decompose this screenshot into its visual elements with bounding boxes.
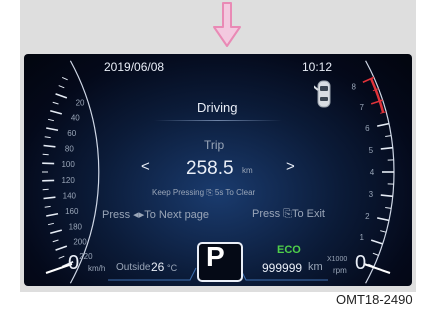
- exit-hint: Press ⎘To Exit: [252, 208, 325, 220]
- speed-tick-label: 100: [61, 160, 75, 169]
- speed-minor-tick: [58, 255, 65, 259]
- time-display: 10:12: [302, 60, 333, 74]
- rpm-tick-label: 4: [370, 168, 375, 177]
- speed-tick-label: 220: [79, 252, 93, 261]
- rpm-tick-label: 3: [369, 190, 374, 199]
- next-item-arrow[interactable]: >: [286, 158, 295, 175]
- clear-hint: Keep Pressing ⎘ 5s To Clear: [152, 188, 256, 197]
- odometer-unit: km: [308, 261, 323, 273]
- speed-value: 0: [68, 252, 80, 274]
- rpm-tick-label: 8: [352, 82, 357, 91]
- rpm-tick-label: 1: [359, 233, 364, 242]
- temp-unit: °C: [167, 263, 178, 273]
- rpm-major-tick: [380, 146, 393, 150]
- section-label: Trip: [204, 138, 225, 152]
- rpm-value: 0: [355, 252, 367, 274]
- speedometer-arc: [69, 60, 100, 284]
- speed-minor-tick: [44, 205, 51, 208]
- speed-major-tick: [46, 212, 59, 217]
- instrument-cluster-display: 220 200 180 160 140 120 100 80 60 40 20 8 7 6 5 4 3 2 1 20…: [24, 54, 412, 286]
- speed-minor-tick: [52, 101, 59, 105]
- speed-tick-label: 200: [73, 237, 87, 246]
- date-display: 2019/06/08: [104, 60, 165, 74]
- screen-title: Driving: [197, 100, 238, 115]
- speed-tick-label: 140: [63, 192, 77, 201]
- outside-label: Outside: [116, 262, 151, 273]
- outside-temp: 26: [151, 260, 165, 274]
- speed-major-tick: [50, 229, 63, 235]
- rpm-minor-tick: [380, 230, 387, 233]
- gear-letter: P: [206, 241, 225, 272]
- speed-major-tick: [55, 245, 68, 251]
- speed-major-tick: [46, 127, 59, 132]
- speed-minor-tick: [58, 85, 65, 89]
- rpm-tick-label: 2: [365, 212, 370, 221]
- speed-minor-tick: [47, 118, 55, 122]
- speed-tick-label: 20: [76, 99, 85, 108]
- down-arrow-icon: [213, 2, 241, 47]
- speed-minor-tick: [47, 222, 55, 226]
- speed-unit: km/h: [88, 264, 106, 273]
- speed-tick-label: 60: [67, 129, 76, 138]
- rpm-minor-tick: [385, 206, 392, 209]
- speed-tick-label: 80: [65, 144, 74, 153]
- rpm-unit: rpm: [333, 266, 347, 275]
- rpm-major-tick: [377, 122, 390, 127]
- speed-major-tick: [43, 144, 56, 148]
- rpm-major-tick: [377, 217, 390, 222]
- trip-value: 258.5: [186, 158, 234, 179]
- rpm-minor-tick: [372, 252, 379, 256]
- speed-minor-tick: [61, 76, 68, 81]
- rpm-multiplier: X1000: [327, 256, 348, 263]
- rpm-tick-label: 6: [365, 124, 370, 133]
- speed-major-tick: [43, 196, 56, 200]
- speed-tick-label: 40: [71, 114, 80, 123]
- speed-tick-label: 120: [61, 176, 75, 185]
- speed-tick-label: 160: [65, 207, 79, 216]
- speed-major-tick: [50, 109, 63, 115]
- rpm-major-tick: [380, 194, 393, 198]
- title-divider: [154, 120, 282, 121]
- speed-minor-tick: [52, 239, 59, 243]
- figure-code: OMT18-2490: [336, 292, 413, 307]
- speed-minor-tick: [44, 136, 51, 139]
- car-door-open-icon: [314, 80, 331, 108]
- rpm-major-tick: [370, 239, 383, 245]
- rpm-tick-label: 5: [369, 146, 374, 155]
- speed-major-tick: [55, 93, 68, 99]
- next-page-hint: Press ◂▸To Next page: [102, 209, 210, 221]
- rpm-tick-label: 7: [359, 103, 364, 112]
- eco-indicator: ECO: [277, 244, 301, 256]
- odometer-value: 999999: [262, 261, 303, 275]
- rpm-minor-tick: [385, 135, 392, 138]
- rpm-needle: [363, 263, 391, 274]
- speed-tick-label: 180: [69, 222, 83, 231]
- trip-unit: km: [242, 166, 253, 175]
- prev-item-arrow[interactable]: <: [141, 158, 150, 175]
